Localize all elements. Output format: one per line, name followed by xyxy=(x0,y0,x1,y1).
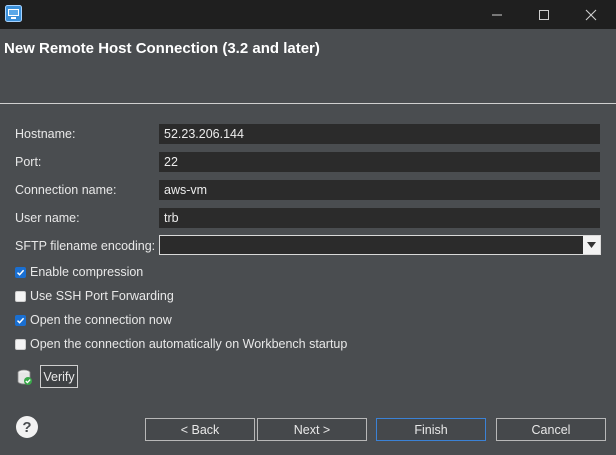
option-ssh-port-forwarding[interactable]: Use SSH Port Forwarding xyxy=(15,288,174,304)
option-enable-compression[interactable]: Enable compression xyxy=(15,264,143,280)
checkbox-unchecked[interactable] xyxy=(15,290,26,302)
verify-connection-icon xyxy=(17,369,32,385)
verify-button[interactable]: Verify xyxy=(40,365,78,388)
port-input[interactable] xyxy=(159,152,600,172)
svg-text:?: ? xyxy=(22,419,31,436)
back-button[interactable]: < Back xyxy=(145,418,255,441)
sftp-encoding-label: SFTP filename encoding: xyxy=(15,239,156,253)
port-label: Port: xyxy=(15,155,42,169)
option-label: Enable compression xyxy=(30,265,144,279)
connection-name-label: Connection name: xyxy=(15,183,117,197)
dialog-header: New Remote Host Connection (3.2 and late… xyxy=(0,29,616,103)
option-label: Open the connection now xyxy=(30,313,172,327)
finish-button[interactable]: Finish xyxy=(376,418,486,441)
close-icon[interactable] xyxy=(571,0,611,29)
hostname-input[interactable] xyxy=(159,124,600,144)
option-open-on-startup[interactable]: Open the connection automatically on Wor… xyxy=(15,336,347,352)
minimize-icon[interactable] xyxy=(477,0,517,29)
title-bar xyxy=(0,0,616,29)
user-name-input[interactable] xyxy=(159,208,600,228)
eclipse-remote-systems-icon[interactable] xyxy=(5,5,22,22)
user-name-label: User name: xyxy=(15,211,80,225)
hostname-label: Hostname: xyxy=(15,127,76,141)
next-button[interactable]: Next > xyxy=(257,418,367,441)
help-icon[interactable]: ? xyxy=(15,415,39,439)
dialog-title: New Remote Host Connection (3.2 and late… xyxy=(4,40,320,57)
checkbox-checked[interactable] xyxy=(15,266,26,278)
dropdown-button[interactable] xyxy=(583,236,600,254)
checkmark-icon xyxy=(16,269,25,276)
checkbox-checked[interactable] xyxy=(15,314,26,326)
option-label: Open the connection automatically on Wor… xyxy=(30,337,348,351)
header-separator xyxy=(0,103,616,104)
connection-name-input[interactable] xyxy=(159,180,600,200)
option-label: Use SSH Port Forwarding xyxy=(30,289,174,303)
cancel-button[interactable]: Cancel xyxy=(496,418,606,441)
sftp-encoding-select[interactable] xyxy=(159,235,601,255)
checkbox-unchecked[interactable] xyxy=(15,338,26,350)
maximize-icon[interactable] xyxy=(524,0,564,29)
option-open-connection-now[interactable]: Open the connection now xyxy=(15,312,172,328)
checkmark-icon xyxy=(16,317,25,324)
chevron-down-icon xyxy=(587,242,596,248)
